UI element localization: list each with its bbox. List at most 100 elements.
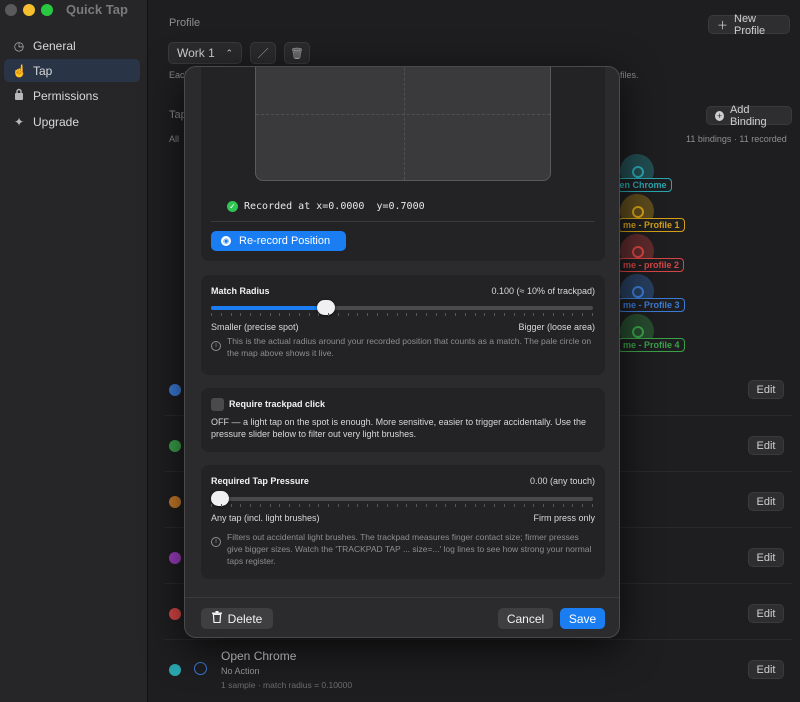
slider-max-label: Bigger (loose area) — [518, 322, 595, 332]
position-card: ✓ Recorded at x=0.0000 y=0.7000 ◉ Re-rec… — [201, 67, 605, 261]
require-click-description: OFF — a light tap on the spot is enough.… — [211, 417, 587, 439]
trackpad-center-vertical — [404, 67, 405, 180]
no-action-icon — [194, 662, 207, 675]
sidebar-item-permissions[interactable]: Permissions — [4, 84, 140, 107]
match-radius-help: i This is the actual radius around your … — [211, 335, 595, 359]
add-binding-label: Add Binding — [729, 103, 767, 128]
app-window: Quick Tap ◷ General ☝ Tap Permissions ✦ … — [0, 0, 800, 702]
gauge-icon: ◷ — [13, 38, 25, 53]
add-binding-button[interactable]: + Add Binding — [706, 103, 792, 128]
rename-profile-button[interactable]: ／ — [250, 42, 276, 64]
slider-max-label: Firm press only — [533, 513, 595, 523]
binding-meta: 1 sample · match radius = 0.10000 — [221, 680, 353, 690]
plus-icon: ＋ — [717, 19, 728, 32]
tap-pressure-card: Required Tap Pressure 0.00 (any touch) A… — [201, 465, 605, 579]
minimize-window-button[interactable] — [23, 4, 35, 16]
hand-tap-icon: ☝ — [12, 63, 27, 78]
delete-profile-button[interactable]: 🗑 — [284, 42, 310, 64]
checkmark-icon: ✓ — [227, 201, 238, 212]
slider-ticks — [211, 504, 593, 507]
sidebar-item-label: General — [33, 38, 76, 53]
match-radius-slider[interactable] — [211, 300, 593, 315]
tap-pressure-value: 0.00 (any touch) — [529, 476, 595, 486]
map-label: me - Profile 4 — [618, 338, 685, 352]
match-radius-card: Match Radius 0.100 (≈ 10% of trackpad) S… — [201, 275, 605, 375]
edit-button[interactable]: Edit — [748, 604, 784, 623]
binding-color-dot — [169, 440, 181, 452]
sheet-footer: Delete Cancel Save — [185, 597, 619, 637]
sidebar: Quick Tap ◷ General ☝ Tap Permissions ✦ … — [0, 0, 148, 702]
close-window-button[interactable] — [5, 4, 17, 16]
rerecord-position-button[interactable]: ◉ Re-record Position — [211, 231, 346, 251]
pencil-icon: ／ — [257, 48, 269, 60]
record-icon: ◉ — [221, 236, 231, 246]
bindings-count: 11 bindings · 11 recorded — [686, 134, 787, 144]
map-point — [632, 166, 644, 178]
recorded-text: Recorded at x=0.0000 y=0.7000 — [244, 201, 425, 212]
sparkle-icon: ✦ — [13, 114, 25, 129]
profile-section-label: Profile — [169, 17, 201, 29]
profile-select[interactable]: Work 1 ⌃ — [168, 42, 242, 64]
edit-button[interactable]: Edit — [748, 492, 784, 511]
new-profile-button[interactable]: ＋ New Profile — [708, 12, 790, 37]
slider-ticks — [211, 313, 593, 316]
tap-pressure-slider[interactable] — [211, 491, 593, 506]
filter-all-label: All — [169, 134, 180, 144]
profile-hint-right: files. — [620, 70, 639, 80]
info-icon: i — [211, 341, 221, 351]
binding-title: Open Chrome — [221, 649, 297, 663]
binding-color-dot — [169, 384, 181, 396]
plus-circle-icon: + — [715, 110, 724, 121]
edit-button[interactable]: Edit — [748, 380, 784, 399]
delete-label: Delete — [227, 611, 263, 626]
sidebar-item-general[interactable]: ◷ General — [4, 34, 140, 57]
edit-button[interactable]: Edit — [748, 436, 784, 455]
slider-fill — [211, 306, 326, 310]
binding-color-dot — [169, 608, 181, 620]
new-profile-label: New Profile — [734, 12, 766, 37]
help-text: Filters out accidental light brushes. Th… — [227, 532, 592, 566]
window-controls — [5, 4, 53, 16]
map-point — [632, 326, 644, 338]
sidebar-item-label: Upgrade — [33, 114, 80, 129]
sidebar-item-upgrade[interactable]: ✦ Upgrade — [4, 110, 140, 133]
info-icon: i — [211, 537, 221, 547]
require-click-checkbox[interactable] — [211, 398, 224, 411]
zoom-window-button[interactable] — [41, 4, 53, 16]
binding-color-dot — [169, 552, 181, 564]
lock-icon — [12, 88, 26, 103]
match-radius-value: 0.100 (≈ 10% of trackpad) — [491, 286, 596, 296]
sidebar-item-label: Permissions — [33, 88, 99, 103]
edit-button[interactable]: Edit — [748, 548, 784, 567]
edit-button[interactable]: Edit — [748, 660, 784, 679]
profile-controls: Work 1 ⌃ ／ 🗑 — [168, 42, 310, 64]
trackpad-center-horizontal — [256, 114, 550, 115]
chevron-updown-icon: ⌃ — [225, 47, 233, 58]
binding-row[interactable]: Open Chrome No Action 1 sample · match r… — [164, 642, 792, 702]
cancel-button[interactable]: Cancel — [498, 608, 553, 629]
map-point — [632, 286, 644, 298]
profile-select-value: Work 1 — [177, 46, 215, 60]
tap-pressure-title: Required Tap Pressure — [211, 476, 309, 486]
recorded-status: ✓ Recorded at x=0.0000 y=0.7000 — [227, 201, 425, 212]
trash-icon: 🗑 — [290, 47, 304, 60]
app-title: Quick Tap — [66, 2, 128, 17]
require-click-label: Require trackpad click — [229, 399, 326, 409]
divider — [211, 221, 595, 222]
edit-binding-sheet: ✓ Recorded at x=0.0000 y=0.7000 ◉ Re-rec… — [184, 66, 620, 638]
delete-button[interactable]: Delete — [201, 608, 273, 629]
map-point — [632, 246, 644, 258]
slider-min-label: Any tap (incl. light brushes) — [211, 513, 320, 523]
map-label: me - Profile 3 — [618, 298, 685, 312]
tap-pressure-help: i Filters out accidental light brushes. … — [211, 531, 595, 567]
help-text: This is the actual radius around your re… — [227, 336, 592, 358]
sidebar-item-tap[interactable]: ☝ Tap — [4, 59, 140, 82]
map-point — [632, 206, 644, 218]
trackpad-map[interactable] — [255, 67, 551, 181]
trackpad-click-card: Require trackpad click OFF — a light tap… — [201, 388, 605, 452]
map-label: me - profile 2 — [618, 258, 685, 272]
map-label: me - Profile 1 — [618, 218, 685, 232]
trash-icon — [211, 611, 222, 626]
save-button[interactable]: Save — [560, 608, 605, 629]
match-radius-title: Match Radius — [211, 286, 270, 296]
